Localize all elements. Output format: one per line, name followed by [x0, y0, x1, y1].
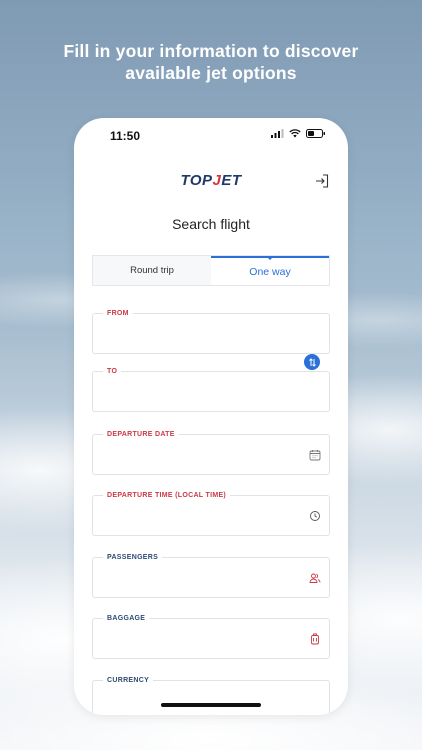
- passengers-label: PASSENGERS: [103, 553, 163, 562]
- phone-screen: 11:50 TOPJET Search flight Round trip On…: [74, 118, 348, 715]
- departure-date-label: DEPARTURE DATE: [103, 430, 179, 439]
- baggage-label: BAGGAGE: [103, 614, 150, 623]
- tab-one-way[interactable]: One way: [211, 256, 329, 285]
- passengers-icon: [309, 573, 321, 583]
- departure-time-field[interactable]: DEPARTURE TIME (LOCAL TIME): [92, 491, 330, 536]
- from-label: FROM: [103, 309, 133, 318]
- promo-headline: Fill in your information to discover ava…: [0, 40, 422, 84]
- currency-field[interactable]: CURRENCY: [92, 676, 330, 715]
- departure-time-label: DEPARTURE TIME (LOCAL TIME): [103, 491, 231, 500]
- passengers-field[interactable]: PASSENGERS: [92, 553, 330, 598]
- trip-type-tabs: Round trip One way: [92, 255, 330, 286]
- logo-text-top: TOP: [180, 172, 213, 189]
- wifi-icon: [289, 129, 301, 138]
- to-label: TO: [103, 367, 122, 376]
- baggage-field[interactable]: BAGGAGE: [92, 614, 330, 659]
- departure-date-field[interactable]: DEPARTURE DATE: [92, 430, 330, 475]
- signal-icon: [271, 129, 284, 138]
- currency-label: CURRENCY: [103, 676, 154, 685]
- login-icon[interactable]: [315, 174, 329, 188]
- topjet-logo: TOPJET: [74, 172, 348, 189]
- promo-line-2: available jet options: [125, 63, 297, 83]
- clock-icon: [310, 511, 320, 521]
- status-time: 11:50: [110, 129, 141, 143]
- swap-icon: [308, 357, 316, 367]
- logo-text-et: ET: [221, 172, 242, 189]
- calendar-icon: [309, 450, 321, 461]
- swap-button[interactable]: [304, 354, 320, 370]
- from-field[interactable]: FROM: [92, 309, 330, 354]
- status-icons: [271, 129, 326, 138]
- page-title: Search flight: [172, 216, 250, 232]
- home-indicator[interactable]: [161, 703, 261, 707]
- promo-line-1: Fill in your information to discover: [63, 41, 359, 61]
- to-field[interactable]: TO: [92, 367, 330, 412]
- tab-round-trip[interactable]: Round trip: [93, 256, 211, 285]
- battery-icon: [306, 129, 325, 138]
- baggage-icon: [311, 633, 319, 645]
